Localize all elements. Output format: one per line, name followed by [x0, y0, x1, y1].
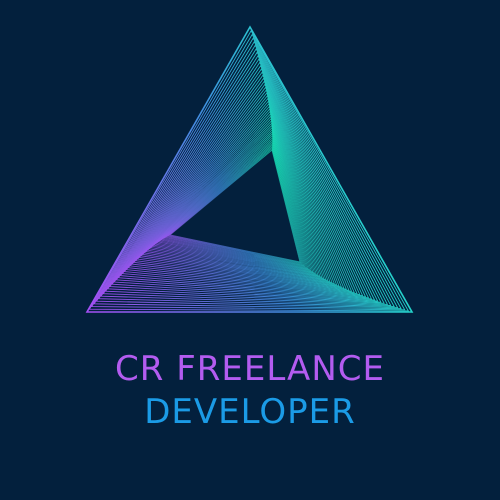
triangle-line-pattern: [85, 25, 414, 313]
logo-canvas: CR FREELANCE DEVELOPER: [0, 0, 500, 500]
brand-title-line-2: DEVELOPER: [144, 392, 356, 432]
brand-title-line-1: CR FREELANCE: [115, 349, 385, 389]
spiral-triangle-logo-icon: [85, 25, 414, 313]
